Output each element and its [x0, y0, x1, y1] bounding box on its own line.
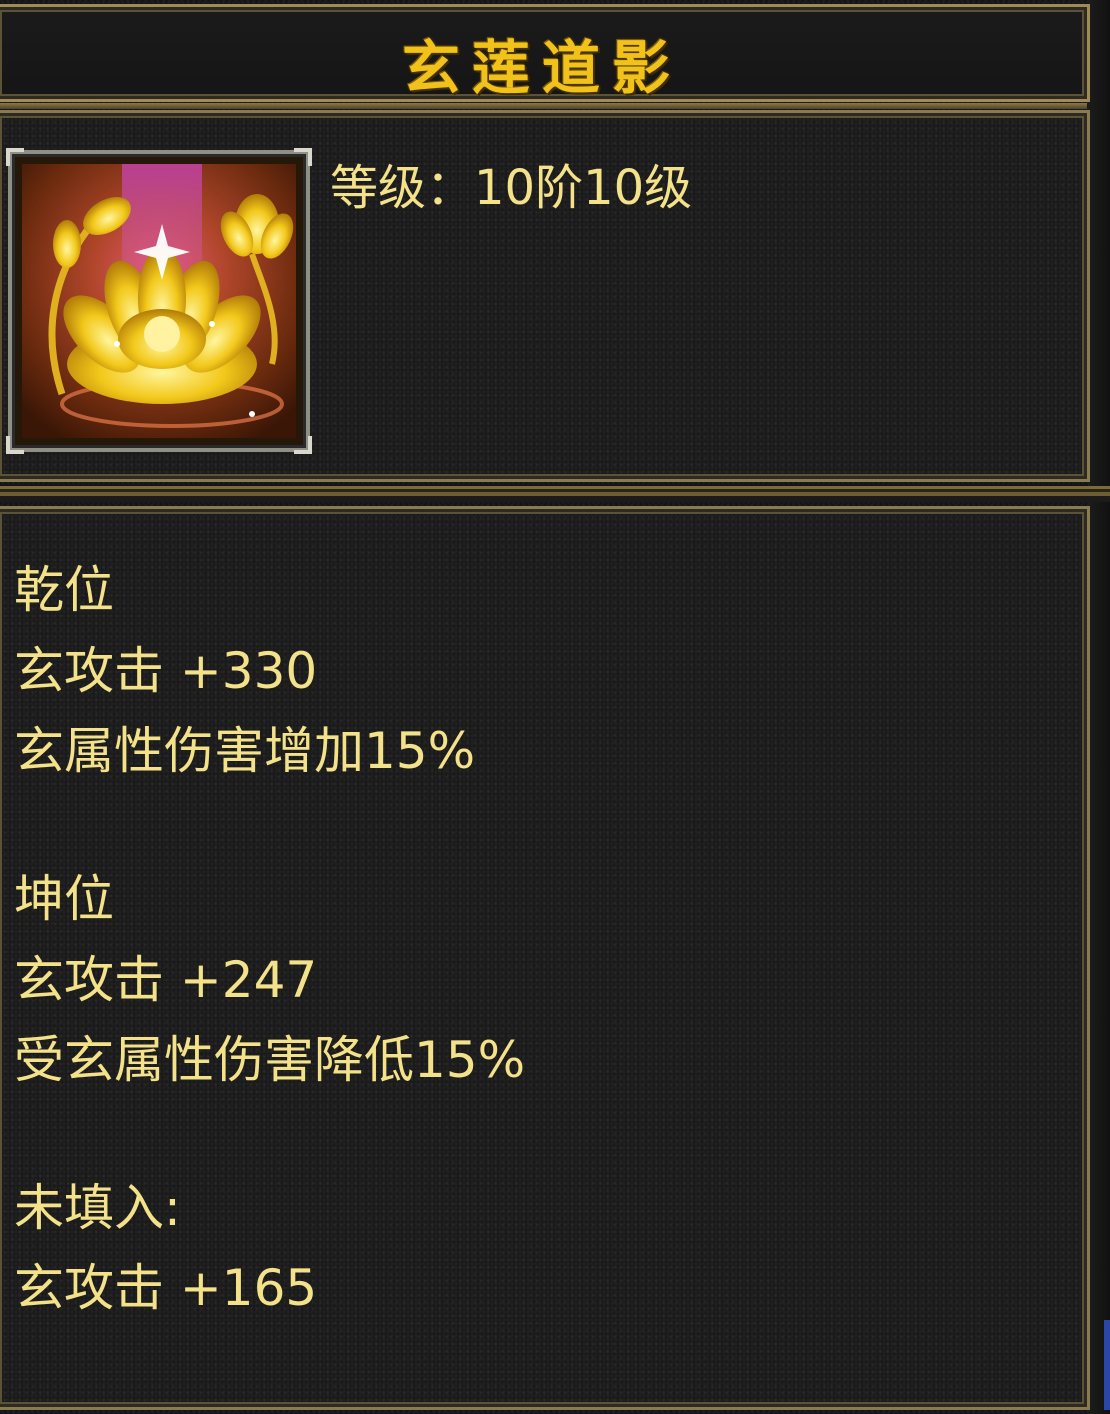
golden-lotus-icon	[22, 164, 296, 438]
stat-line: 玄属性伤害增加15%	[14, 722, 476, 780]
item-tooltip-window: 玄莲道影 等级：10阶10级 乾位 玄攻击 +330 玄属性伤害增加15% 坤位…	[0, 0, 1110, 1414]
stat-line: 玄攻击 +165	[14, 1259, 318, 1317]
section-divider	[0, 486, 1110, 502]
slot-kun-heading: 坤位	[14, 870, 114, 928]
unfilled-heading: 未填入:	[14, 1179, 181, 1237]
frame-corner-bottom-right	[294, 436, 312, 454]
frame-corner-bottom-left	[6, 436, 24, 454]
slot-qian-heading: 乾位	[14, 561, 114, 619]
item-icon-frame[interactable]	[6, 148, 312, 454]
frame-corner-top-right	[294, 148, 312, 166]
stat-line: 玄攻击 +330	[14, 642, 318, 700]
stat-line: 玄攻击 +247	[14, 951, 318, 1009]
scrollbar-accent[interactable]	[1104, 1320, 1110, 1410]
stat-line: 受玄属性伤害降低15%	[14, 1031, 526, 1089]
title-bar: 玄莲道影	[0, 4, 1090, 109]
item-title: 玄莲道影	[401, 34, 682, 102]
window-right-edge	[1088, 0, 1110, 1414]
item-level-text: 等级：10阶10级	[330, 160, 693, 216]
